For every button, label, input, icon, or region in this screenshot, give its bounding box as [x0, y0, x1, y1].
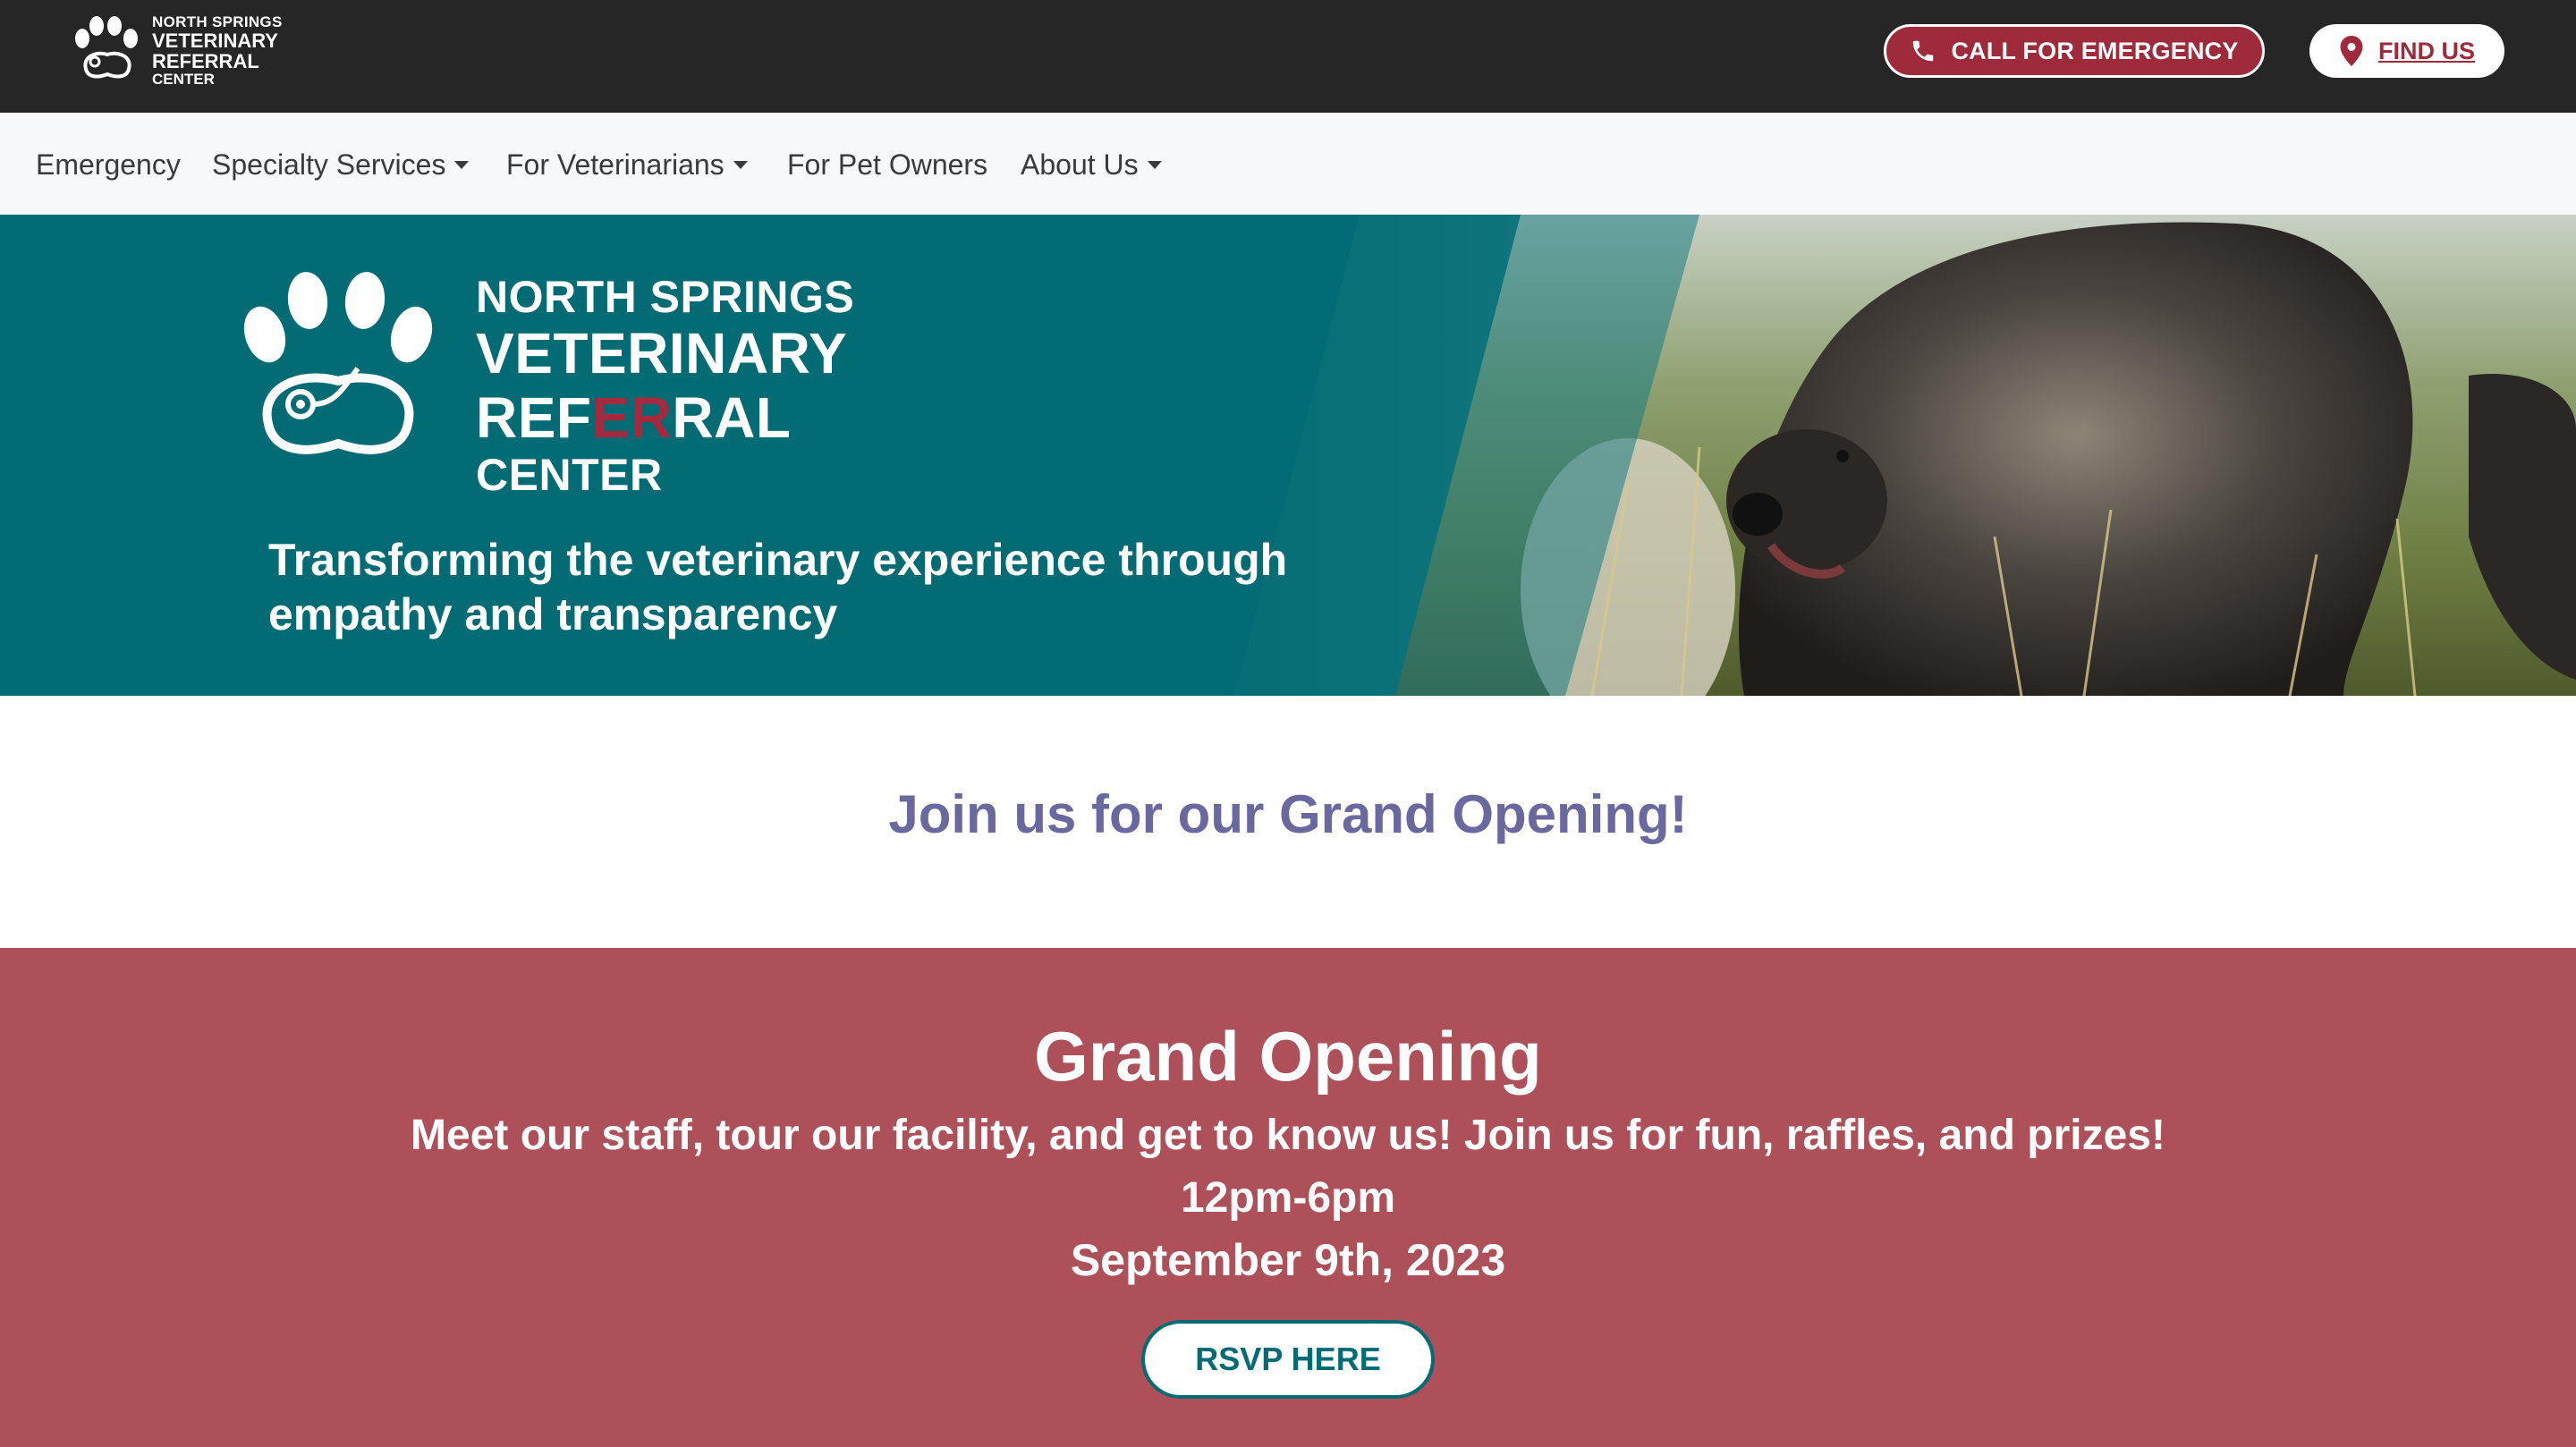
hero-brand-line-4: CENTER [476, 450, 663, 501]
grand-opening-title: Grand Opening [1034, 1017, 1542, 1096]
hero-brand-line-3-highlight: ER [591, 385, 673, 450]
header-logo[interactable]: NORTH SPRINGS VETERINARY REFERRAL CENTER [70, 14, 283, 88]
nav-item-for-pet-owners[interactable]: For Pet Owners [787, 148, 987, 182]
nav-item-label: For Pet Owners [787, 148, 988, 181]
hero-brand-line-1: NORTH SPRINGS [476, 272, 855, 322]
main-navigation: Emergency Specialty Services For Veterin… [0, 113, 2576, 215]
hero-tagline-line-2: empathy and transparency [268, 589, 838, 639]
brand-line-2: VETERINARY [152, 29, 278, 52]
call-for-emergency-button[interactable]: CALL FOR EMERGENCY [1884, 24, 2265, 78]
nav-item-about-us[interactable]: About Us [1021, 148, 1162, 182]
hero-banner: NORTH SPRINGS VETERINARY REFERRAL CENTER… [0, 215, 2576, 696]
rsvp-button[interactable]: RSVP HERE [1141, 1320, 1435, 1399]
hero-brand-line-3-part-c: RAL [672, 385, 792, 450]
nav-item-for-veterinarians[interactable]: For Veterinarians [506, 148, 748, 182]
hero-logo: NORTH SPRINGS VETERINARY REFERRAL CENTER [238, 272, 854, 500]
caret-down-icon [1147, 161, 1162, 169]
find-us-label: FIND US [2378, 37, 2475, 64]
grand-opening-description: Meet our staff, tour our facility, and g… [411, 1112, 2165, 1159]
find-us-button[interactable]: FIND US [2309, 24, 2504, 78]
map-pin-icon [2340, 36, 2363, 66]
nav-item-label: Specialty Services [212, 148, 446, 181]
nav-item-label: Emergency [36, 148, 181, 181]
caret-down-icon [733, 161, 748, 169]
hero-tagline-line-1: Transforming the veterinary experience t… [268, 535, 1288, 585]
grand-opening-invite-section: Join us for our Grand Opening! [0, 696, 2576, 948]
nav-item-label: About Us [1021, 148, 1139, 181]
call-for-emergency-label: CALL FOR EMERGENCY [1951, 37, 2239, 64]
hero-logo-text: NORTH SPRINGS VETERINARY REFERRAL CENTER [476, 272, 854, 500]
grand-opening-date: September 9th, 2023 [1070, 1235, 1506, 1285]
nav-item-label: For Veterinarians [506, 148, 724, 181]
nav-item-emergency[interactable]: Emergency [36, 148, 181, 182]
hero-brand-line-3-part-a: REF [476, 385, 592, 450]
hero-brand-line-3: REFERRAL [476, 385, 854, 451]
grand-opening-time: 12pm-6pm [1180, 1174, 1396, 1222]
paw-stethoscope-logo-icon [75, 15, 138, 79]
hero-tagline: Transforming the veterinary experience t… [268, 533, 1342, 642]
brand-line-3: REFERRAL [152, 49, 259, 72]
brand-line-1: NORTH SPRINGS [152, 13, 283, 30]
grand-opening-invite-heading: Join us for our Grand Opening! [888, 784, 1688, 844]
grand-opening-section: Grand Opening Meet our staff, tour our f… [0, 948, 2576, 1447]
paw-stethoscope-logo-icon [243, 272, 433, 454]
brand-line-4: CENTER [152, 71, 215, 89]
top-header-bar: NORTH SPRINGS VETERINARY REFERRAL CENTER… [0, 0, 2576, 113]
phone-icon [1913, 40, 1934, 62]
caret-down-icon [454, 161, 470, 169]
hero-brand-line-2: VETERINARY [476, 321, 848, 385]
nav-item-specialty-services[interactable]: Specialty Services [212, 148, 470, 182]
header-logo-text: NORTH SPRINGS VETERINARY REFERRAL CENTER [152, 14, 283, 88]
